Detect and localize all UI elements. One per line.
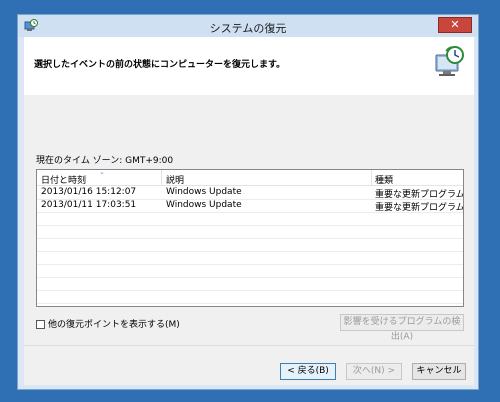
empty-row [37, 225, 463, 239]
close-button[interactable]: ✕ [438, 17, 472, 33]
window-title: システムの復元 [209, 22, 287, 35]
column-header-type[interactable]: 種類 [375, 173, 393, 186]
show-more-label[interactable]: 他の復元ポイントを表示する(M) [48, 320, 180, 330]
cancel-button[interactable]: キャンセル [412, 363, 466, 380]
footer: < 戻る(B) 次へ(N) > キャンセル [24, 346, 474, 385]
empty-row [37, 212, 463, 226]
show-more-checkbox[interactable] [36, 320, 45, 329]
column-divider[interactable] [161, 170, 162, 185]
system-restore-window: システムの復元 ✕ 選択したイベントの前の状態にコンピューターを復元します。 現… [17, 14, 479, 390]
table-row[interactable]: 2013/01/11 17:03:51 Windows Update 重要な更新… [37, 199, 463, 213]
next-button[interactable]: 次へ(N) > [346, 363, 402, 380]
empty-row [37, 264, 463, 278]
header-panel: 選択したイベントの前の状態にコンピューターを復元します。 [24, 37, 474, 95]
empty-row [37, 277, 463, 291]
empty-row [37, 290, 463, 304]
back-button[interactable]: < 戻る(B) [280, 363, 336, 380]
column-header-description[interactable]: 説明 [166, 173, 184, 186]
title-bar: システムの復元 ✕ [18, 15, 478, 37]
empty-row [37, 251, 463, 265]
restore-point-list[interactable]: 日付と時刻 ⌄ 説明 種類 2013/01/16 15:12:07 Window… [36, 169, 464, 307]
column-header-datetime[interactable]: 日付と時刻 [41, 173, 86, 186]
empty-row [37, 238, 463, 252]
sort-arrow-icon: ⌄ [99, 169, 105, 176]
row-datetime: 2013/01/16 15:12:07 [41, 187, 137, 197]
table-row[interactable]: 2013/01/16 15:12:07 Windows Update 重要な更新… [37, 186, 463, 200]
row-description: Windows Update [166, 200, 242, 210]
scan-affected-programs-button[interactable]: 影響を受けるプログラムの検出(A) [340, 314, 464, 342]
table-header: 日付と時刻 ⌄ 説明 種類 [37, 170, 463, 186]
row-description: Windows Update [166, 187, 242, 197]
timezone-label: 現在のタイム ゾーン: GMT+9:00 [36, 156, 174, 166]
clock-computer-icon [435, 46, 464, 76]
header-description: 選択したイベントの前の状態にコンピューターを復元します。 [34, 60, 286, 70]
row-datetime: 2013/01/11 17:03:51 [41, 200, 137, 210]
content-area: 現在のタイム ゾーン: GMT+9:00 日付と時刻 ⌄ 説明 種類 2013/… [24, 95, 474, 385]
column-divider[interactable] [371, 170, 372, 185]
show-more-option[interactable]: 他の復元ポイントを表示する(M) [36, 317, 180, 330]
